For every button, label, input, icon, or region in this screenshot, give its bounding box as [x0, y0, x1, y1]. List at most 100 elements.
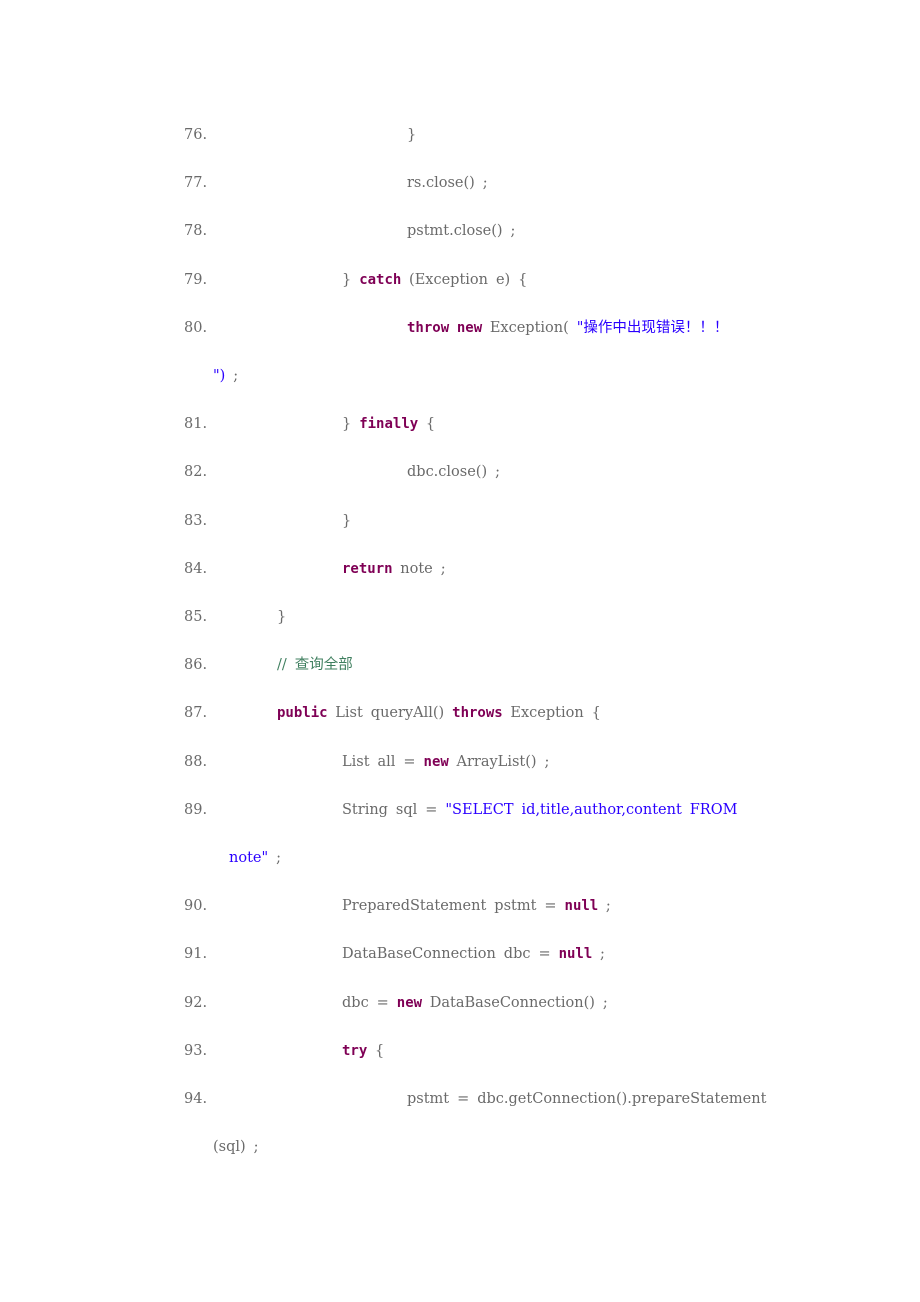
code-token: }: [407, 127, 417, 143]
code-text: } catch (Exception e) {: [342, 269, 535, 291]
code-token: ;: [599, 946, 605, 963]
code-token: dbc.getConnection().prepareStatement: [477, 1091, 767, 1107]
code-line: 76.}: [0, 124, 920, 146]
code-text: }: [277, 606, 294, 628]
code-text: PreparedStatement pstmt = null;: [342, 895, 619, 917]
code-token: ;: [495, 464, 500, 481]
code-token: sql: [395, 801, 418, 818]
code-token: ;: [510, 223, 516, 240]
code-token: ;: [440, 560, 446, 577]
code-text: }: [407, 124, 424, 146]
code-token: }: [342, 271, 352, 288]
code-token: pstmt: [494, 898, 537, 915]
line-number: 81.: [184, 416, 208, 433]
code-line-continuation: (sql);: [0, 1136, 920, 1158]
code-line: 80. throw new Exception( "操作中出现错误！！！: [0, 317, 920, 339]
code-line: 84. return note;: [0, 558, 920, 580]
keyword-token: new: [396, 994, 423, 1011]
code-token: =: [376, 994, 389, 1011]
line-number: 79.: [184, 271, 208, 288]
code-text: pstmt = dbc.getConnection().prepareStateme…: [407, 1088, 774, 1110]
line-number: 84.: [184, 560, 208, 577]
code-token: dbc: [503, 946, 531, 963]
code-line: 88. List all = new ArrayList();: [0, 751, 920, 773]
keyword-token: new: [456, 319, 483, 336]
keyword-token: finally: [359, 416, 419, 433]
code-token: =: [544, 898, 557, 915]
keyword-token: public: [277, 705, 328, 722]
code-text: note";: [229, 847, 289, 869]
line-number: 87.: [184, 705, 208, 722]
code-token: ;: [482, 175, 488, 192]
code-text: String sql = "SELECT id,title,author,content…: [342, 799, 745, 821]
keyword-token: throw: [407, 319, 450, 336]
code-token: dbc.close(): [407, 464, 488, 481]
code-token: ;: [602, 994, 608, 1011]
code-line: 79.} catch (Exception e) {: [0, 269, 920, 291]
code-token: ;: [276, 850, 282, 866]
line-number: 76.: [184, 127, 208, 143]
line-number: 78.: [184, 223, 208, 240]
code-token: all: [377, 753, 396, 770]
line-number: 85.: [184, 609, 208, 625]
line-number: 86.: [184, 657, 208, 674]
code-token: ArrayList(): [456, 753, 537, 770]
code-token: }: [342, 416, 352, 433]
keyword-token: throws: [452, 705, 503, 722]
keyword-token: null: [564, 898, 599, 915]
string-token: "操作中出现错误！！！: [576, 319, 729, 336]
code-token: List: [342, 753, 370, 770]
code-token: {: [518, 271, 528, 288]
code-line: 87. public List queryAll() throws Exception {: [0, 702, 920, 724]
line-number: 82.: [184, 464, 208, 481]
line-number: 94.: [184, 1091, 208, 1107]
code-token: ;: [605, 898, 611, 915]
code-line-continuation: ");: [0, 365, 920, 387]
code-token: =: [538, 946, 551, 963]
code-line: 91. DataBaseConnection dbc = null;: [0, 943, 920, 965]
code-token: }: [342, 512, 352, 529]
code-text: dbc.close();: [407, 461, 508, 483]
line-number: 92.: [184, 994, 208, 1011]
code-text: rs.close();: [407, 172, 496, 194]
string-token: id,title,author,content: [521, 801, 682, 818]
code-token: dbc: [342, 994, 369, 1011]
code-line: 81.} finally {: [0, 413, 920, 435]
line-number: 83.: [184, 512, 208, 529]
code-line: 90. PreparedStatement pstmt = null;: [0, 895, 920, 917]
code-line: 89. String sql = "SELECT id,title,author,cont…: [0, 799, 920, 821]
code-token: rs.close(): [407, 175, 475, 192]
code-token: Exception(: [489, 319, 569, 336]
line-number: 77.: [184, 175, 208, 192]
code-text: return note;: [342, 558, 454, 580]
code-text: public List queryAll() throws Exception {: [277, 702, 609, 724]
code-text: throw new Exception( "操作中出现错误！！！: [407, 317, 736, 339]
code-text: try {: [342, 1040, 392, 1062]
code-line: 83.}: [0, 510, 920, 532]
code-token: queryAll(): [370, 705, 445, 722]
string-token: "): [213, 368, 226, 384]
line-number: 88.: [184, 753, 208, 770]
code-token: List: [335, 705, 363, 722]
code-token: ;: [253, 1139, 259, 1156]
code-token: (Exception: [409, 271, 488, 288]
code-token: e): [495, 271, 511, 288]
code-text: List all = new ArrayList();: [342, 751, 557, 773]
code-token: DataBaseConnection(): [429, 994, 595, 1011]
code-line: 92. dbc = new DataBaseConnection();: [0, 992, 920, 1014]
keyword-token: new: [423, 753, 449, 770]
code-token: (sql): [213, 1139, 246, 1156]
code-line-continuation: note";: [0, 847, 920, 869]
code-line: 82. dbc.close();: [0, 461, 920, 483]
code-text: dbc = new DataBaseConnection();: [342, 992, 616, 1014]
code-token: {: [425, 416, 436, 433]
code-line: 94. pstmt = dbc.getConnection().prepareStat…: [0, 1088, 920, 1110]
code-token: Exception: [510, 705, 584, 722]
code-token: {: [374, 1042, 385, 1059]
string-token: "SELECT: [445, 801, 514, 818]
code-text: pstmt.close();: [407, 220, 523, 242]
line-number: 80.: [184, 319, 208, 336]
code-text: DataBaseConnection dbc = null;: [342, 943, 613, 965]
code-token: =: [403, 753, 416, 770]
code-token: }: [277, 609, 287, 625]
